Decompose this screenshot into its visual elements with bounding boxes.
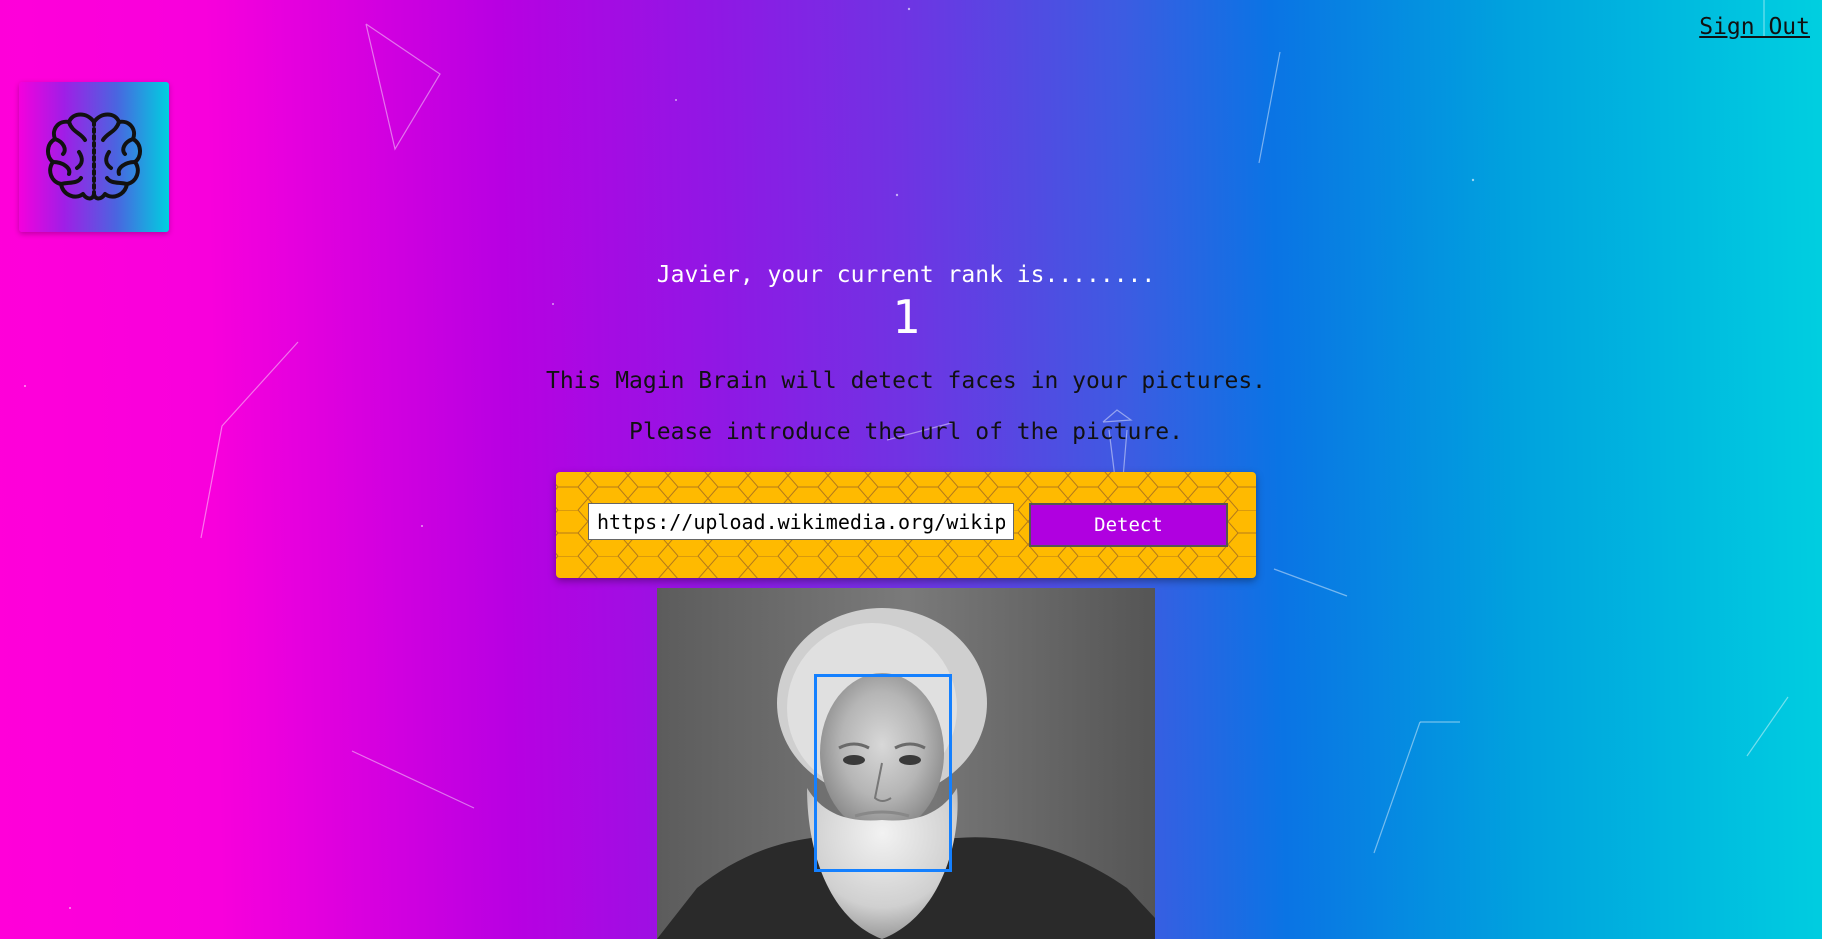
url-form: Detect (556, 472, 1256, 578)
brain-icon (46, 112, 142, 201)
detect-button[interactable]: Detect (1029, 503, 1228, 547)
url-input[interactable] (588, 503, 1014, 540)
sign-out-link[interactable]: Sign Out (1699, 14, 1810, 40)
detection-image (657, 588, 1155, 939)
description-line-2: Please introduce the url of the picture. (629, 419, 1183, 445)
rank-message: Javier, your current rank is........ (656, 262, 1156, 288)
rank-value: 1 (892, 290, 920, 344)
face-bounding-box (814, 674, 952, 872)
description-line-1: This Magin Brain will detect faces in yo… (545, 368, 1267, 394)
logo (19, 82, 169, 232)
